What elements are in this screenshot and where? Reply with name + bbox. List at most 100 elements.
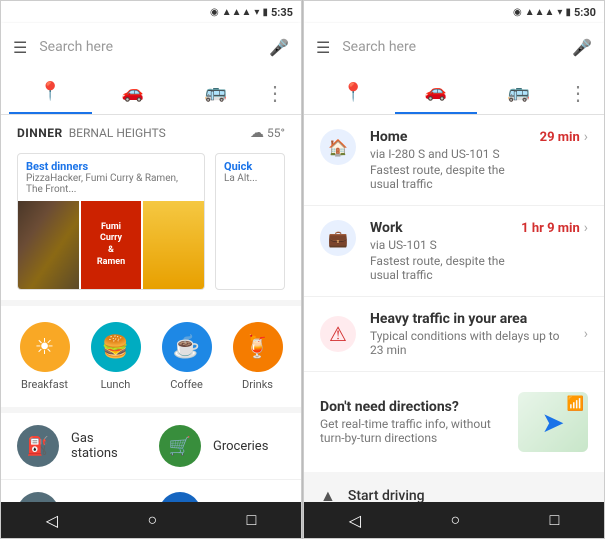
right-mic-icon[interactable]: 🎤 xyxy=(572,38,592,57)
quick-place: La Alt... xyxy=(224,173,276,184)
work-time: 1 hr 9 min xyxy=(521,221,580,236)
location-status-icon: ◉ xyxy=(210,7,219,18)
work-chevron: › xyxy=(584,220,588,236)
dinner-cards: Best dinners PizzaHacker, Fumi Curry & R… xyxy=(1,147,301,300)
right-recent-button[interactable]: □ xyxy=(550,510,560,530)
weather-info: ☁ 55° xyxy=(250,125,285,141)
work-direction-icon: 💼 xyxy=(320,220,356,256)
card-subtitle: PizzaHacker, Fumi Curry & Ramen, The Fro… xyxy=(26,173,196,195)
category-drinks[interactable]: 🍹 Drinks xyxy=(233,322,283,391)
category-breakfast[interactable]: ☀ Breakfast xyxy=(20,322,70,391)
ramen-label: FumiCurry&Ramen xyxy=(97,222,125,269)
yellow-image xyxy=(143,201,204,289)
atms-item[interactable]: 🏧 ATMs xyxy=(159,492,285,502)
wifi-status-icon: ▾ xyxy=(254,7,259,18)
traffic-warning[interactable]: ⚠ Heavy traffic in your area Typical con… xyxy=(304,297,604,372)
right-search-text[interactable]: Search here xyxy=(342,39,560,55)
coffee-circle: ☕ xyxy=(162,322,212,372)
breakfast-circle: ☀ xyxy=(20,322,70,372)
gas-item[interactable]: ⛽ Gas stations xyxy=(17,425,143,467)
breakfast-label: Breakfast xyxy=(21,378,68,391)
left-menu-icon[interactable]: ☰ xyxy=(13,38,27,57)
category-lunch[interactable]: 🍔 Lunch xyxy=(91,322,141,391)
home-chevron: › xyxy=(584,129,588,145)
work-via: via US-101 S xyxy=(370,238,507,252)
right-nav-bar: ◁ ○ □ xyxy=(304,502,604,538)
home-time: 29 min xyxy=(540,130,580,145)
right-signal-icon: ▲▲▲ xyxy=(525,7,555,18)
gas-icon: ⛽ xyxy=(17,425,59,467)
groceries-item[interactable]: 🛒 Groceries xyxy=(159,425,285,467)
right-search-bar: ☰ Search here 🎤 xyxy=(304,23,604,71)
work-direction[interactable]: 💼 Work via US-101 S Fastest route, despi… xyxy=(304,206,604,297)
lunch-circle: 🍔 xyxy=(91,322,141,372)
home-title: Home xyxy=(370,129,526,145)
map-wifi-icon: 📶 xyxy=(567,396,584,412)
right-home-button[interactable]: ○ xyxy=(450,510,460,530)
right-main-content: 🏠 Home via I-280 S and US-101 S Fastest … xyxy=(304,115,604,502)
left-tab-car[interactable]: 🚗 xyxy=(92,71,175,114)
start-driving-label: Start driving xyxy=(348,488,425,502)
work-title: Work xyxy=(370,220,507,236)
right-back-button[interactable]: ◁ xyxy=(349,511,361,530)
list-row-2: 💊 Pharmacies 🏧 ATMs xyxy=(1,480,301,502)
dinner-header: DINNER BERNAL HEIGHTS ☁ 55° xyxy=(1,115,301,147)
work-time-row: 1 hr 9 min › xyxy=(521,220,588,236)
right-tab-location[interactable]: 📍 xyxy=(312,71,395,114)
quick-card[interactable]: Quick La Alt... xyxy=(215,153,285,290)
no-dir-title: Don't need directions? xyxy=(320,399,504,415)
right-phone-panel: ◉ ▲▲▲ ▾ ▮ 5:30 ☰ Search here 🎤 📍 🚗 🚌 ⋮ 🏠 xyxy=(303,0,605,539)
no-dir-sub: Get real-time traffic info, without turn… xyxy=(320,417,504,445)
work-route-info: Fastest route, despite the usual traffic xyxy=(370,254,507,282)
atms-icon: 🏧 xyxy=(159,492,201,502)
right-tab-car[interactable]: 🚗 xyxy=(395,71,478,114)
left-home-button[interactable]: ○ xyxy=(147,510,157,530)
left-tab-transit[interactable]: 🚌 xyxy=(174,71,257,114)
drinks-circle: 🍹 xyxy=(233,322,283,372)
dinner-title: DINNER xyxy=(17,126,63,140)
best-dinners-card[interactable]: Best dinners PizzaHacker, Fumi Curry & R… xyxy=(17,153,205,290)
groceries-icon: 🛒 xyxy=(159,425,201,467)
map-preview: 📶 ➤ xyxy=(518,392,588,452)
left-tab-location[interactable]: 📍 xyxy=(9,71,92,114)
card-images: FumiCurry&Ramen xyxy=(18,201,204,289)
left-mic-icon[interactable]: 🎤 xyxy=(269,38,289,57)
left-nav-tabs: 📍 🚗 🚌 ⋮ xyxy=(1,71,301,115)
left-main-content: DINNER BERNAL HEIGHTS ☁ 55° Best dinners… xyxy=(1,115,301,502)
left-back-button[interactable]: ◁ xyxy=(46,511,58,530)
directions-list: 🏠 Home via I-280 S and US-101 S Fastest … xyxy=(304,115,604,502)
left-search-text[interactable]: Search here xyxy=(39,39,257,55)
left-more-icon[interactable]: ⋮ xyxy=(257,81,293,105)
right-tab-transit[interactable]: 🚌 xyxy=(477,71,560,114)
left-nav-bar: ◁ ○ □ xyxy=(1,502,301,538)
pharmacies-item[interactable]: 💊 Pharmacies xyxy=(17,492,143,502)
home-time-row: 29 min › xyxy=(540,129,588,145)
traffic-sub: Typical conditions with delays up to 23 … xyxy=(370,329,570,357)
home-direction-icon: 🏠 xyxy=(320,129,356,165)
home-direction[interactable]: 🏠 Home via I-280 S and US-101 S Fastest … xyxy=(304,115,604,206)
transit-tab-icon: 🚌 xyxy=(204,82,226,103)
pharmacies-icon: 💊 xyxy=(17,492,59,502)
right-battery-icon: ▮ xyxy=(565,7,571,18)
right-nav-tabs: 📍 🚗 🚌 ⋮ xyxy=(304,71,604,115)
home-route-info: Fastest route, despite the usual traffic xyxy=(370,163,526,191)
left-recent-button[interactable]: □ xyxy=(247,510,257,530)
right-status-bar: ◉ ▲▲▲ ▾ ▮ 5:30 xyxy=(304,1,604,23)
start-driving-section[interactable]: ▲ Start driving xyxy=(304,472,604,502)
left-status-icons: ◉ ▲▲▲ ▾ ▮ 5:35 xyxy=(210,6,293,19)
right-transit-tab-icon: 🚌 xyxy=(507,82,529,103)
signal-icon: ▲▲▲ xyxy=(222,7,252,18)
traffic-chevron: › xyxy=(584,326,588,342)
coffee-label: Coffee xyxy=(170,378,203,391)
groceries-label: Groceries xyxy=(213,439,268,454)
right-menu-icon[interactable]: ☰ xyxy=(316,38,330,57)
no-dir-info: Don't need directions? Get real-time tra… xyxy=(320,399,504,445)
traffic-icon: ⚠ xyxy=(320,316,356,352)
no-directions-section: Don't need directions? Get real-time tra… xyxy=(304,378,604,466)
right-more-icon[interactable]: ⋮ xyxy=(560,81,596,105)
cloud-icon: ☁ xyxy=(250,125,264,141)
right-car-tab-icon: 🚗 xyxy=(425,81,447,102)
left-status-bar: ◉ ▲▲▲ ▾ ▮ 5:35 xyxy=(1,1,301,23)
home-via: via I-280 S and US-101 S xyxy=(370,147,526,161)
category-coffee[interactable]: ☕ Coffee xyxy=(162,322,212,391)
